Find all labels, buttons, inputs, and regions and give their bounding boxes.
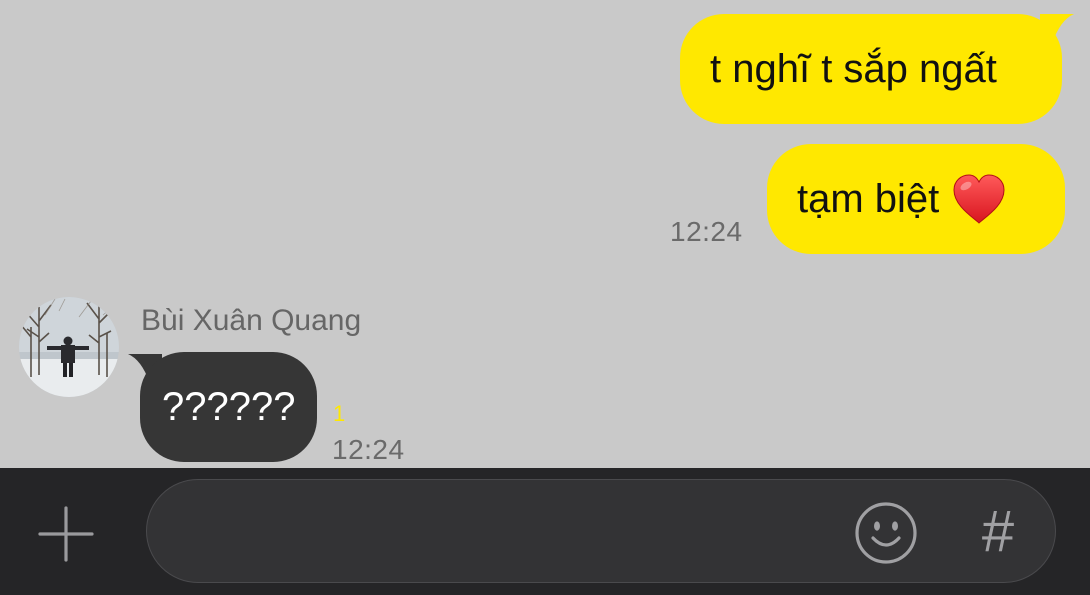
message-text: tạm biệt bbox=[797, 177, 940, 221]
message-text: ?????? bbox=[162, 385, 296, 429]
avatar[interactable] bbox=[19, 297, 119, 397]
outgoing-message-bubble[interactable]: tạm biệt bbox=[767, 144, 1065, 254]
message-input[interactable] bbox=[146, 479, 1056, 583]
message-text: t nghĩ t sắp ngất bbox=[710, 47, 997, 91]
smiley-icon[interactable] bbox=[853, 500, 919, 566]
hash-icon[interactable]: # bbox=[970, 501, 1026, 563]
plus-icon[interactable] bbox=[36, 504, 96, 564]
message-input-bar: # bbox=[0, 468, 1090, 595]
bubble-tail bbox=[1040, 14, 1074, 44]
chat-area[interactable]: t nghĩ t sắp ngất 12:24 tạm biệt Bùi Xuâ… bbox=[0, 0, 1090, 468]
outgoing-message-bubble[interactable]: t nghĩ t sắp ngất bbox=[680, 14, 1062, 124]
message-timestamp: 12:24 bbox=[332, 434, 405, 465]
incoming-message-bubble[interactable]: ?????? bbox=[140, 352, 317, 462]
sender-name: Bùi Xuân Quang bbox=[141, 304, 362, 337]
red-heart-emoji-icon bbox=[953, 174, 1005, 224]
unread-count: 1 bbox=[333, 401, 346, 426]
avatar-image bbox=[19, 297, 119, 397]
message-timestamp: 12:24 bbox=[670, 216, 743, 247]
